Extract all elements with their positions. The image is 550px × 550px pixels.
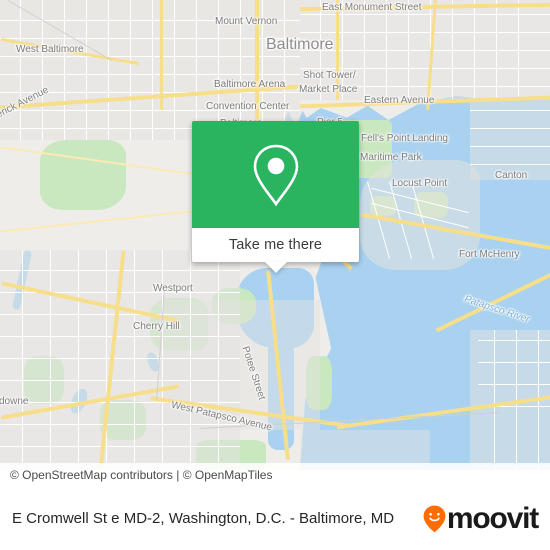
map-label-road: East Monument Street — [322, 2, 422, 13]
moovit-wordmark: moovit — [446, 501, 539, 535]
moovit-logo[interactable]: moovit — [423, 501, 550, 535]
popup-pointer-tail — [264, 262, 287, 273]
map-label: Canton — [495, 170, 528, 181]
map-label: Market Place — [299, 84, 358, 95]
park-area-1 — [40, 140, 126, 210]
footer-bar: E Cromwell St e MD-2, Washington, D.C. -… — [0, 487, 550, 550]
urban-block-canton — [470, 100, 550, 180]
map-label-road: Eastern Avenue — [364, 95, 435, 106]
map-label: Fort McHenry — [459, 249, 520, 260]
map-pin-icon — [253, 144, 298, 206]
map-attribution-bar: © OpenStreetMap contributors | © OpenMap… — [0, 463, 550, 487]
popup-pin-area — [192, 121, 359, 228]
take-me-there-label: Take me there — [228, 237, 323, 253]
location-title: E Cromwell St e MD-2, Washington, D.C. -… — [12, 509, 395, 527]
map-label: West Baltimore — [16, 44, 84, 55]
take-me-there-button[interactable]: Take me there — [192, 228, 359, 262]
road-arterial-4 — [160, 0, 163, 110]
map-canvas[interactable]: Mount Vernon Baltimore East Monument Str… — [0, 0, 550, 470]
location-popup[interactable]: Take me there — [192, 121, 359, 273]
map-label: Cherry Hill — [133, 321, 180, 332]
map-label: Shot Tower/ — [303, 70, 356, 81]
map-label: Westport — [153, 283, 193, 294]
map-label: Maritime Park — [360, 152, 422, 163]
map-label: sdowne — [0, 396, 29, 407]
moovit-map-screenshot: Mount Vernon Baltimore East Monument Str… — [0, 0, 550, 550]
moovit-smiley-pin-icon — [423, 505, 446, 532]
map-label: Baltimore Arena — [214, 79, 286, 90]
map-label: Mount Vernon — [215, 16, 278, 27]
attribution-text[interactable]: © OpenStreetMap contributors | © OpenMap… — [0, 468, 272, 482]
map-label: Locust Point — [392, 178, 448, 189]
map-label-city: Baltimore — [266, 36, 334, 53]
map-label: Convention Center — [206, 101, 290, 112]
map-label: Fell's Point Landing — [361, 133, 448, 144]
